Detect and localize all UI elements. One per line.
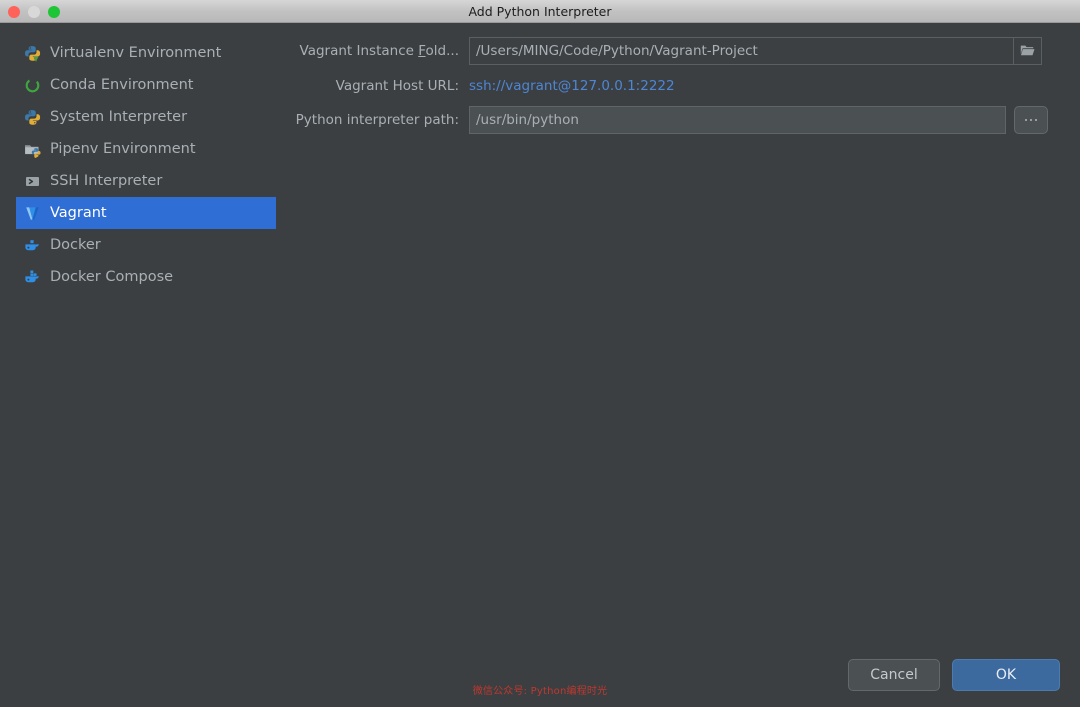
python-interpreter-path-row: Python interpreter path: /usr/bin/python	[277, 106, 1048, 134]
conda-icon	[24, 77, 41, 94]
interpreter-type-list: Virtualenv Environment Conda Environment…	[0, 23, 277, 707]
python-virtualenv-icon	[24, 45, 41, 62]
sidebar-item-docker[interactable]: Docker	[16, 229, 276, 261]
folder-open-icon	[1020, 42, 1035, 61]
vagrant-instance-folder-label: Vagrant Instance Fold...	[277, 43, 469, 59]
label-suffix: old...	[425, 43, 459, 59]
sidebar-item-conda-environment[interactable]: Conda Environment	[16, 69, 276, 101]
ellipsis-dot-icon	[1025, 119, 1027, 121]
vagrant-settings-panel: Vagrant Instance Fold... /Users/MING/Cod…	[277, 23, 1080, 707]
vagrant-instance-folder-input[interactable]: /Users/MING/Code/Python/Vagrant-Project	[469, 37, 1014, 65]
docker-compose-icon	[24, 269, 41, 286]
vagrant-host-url-label: Vagrant Host URL:	[335, 78, 459, 94]
ellipsis-dot-icon	[1035, 119, 1037, 121]
sidebar-item-virtualenv-environment[interactable]: Virtualenv Environment	[16, 37, 276, 69]
add-python-interpreter-dialog: Add Python Interpreter Virtualenv Enviro…	[0, 0, 1080, 707]
sidebar-item-label: Pipenv Environment	[50, 141, 196, 157]
label-prefix: Vagrant Instance	[299, 43, 419, 59]
watermark-text: 微信公众号: Python编程时光	[472, 686, 608, 697]
sidebar-item-label: SSH Interpreter	[50, 173, 163, 189]
sidebar-item-docker-compose[interactable]: Docker Compose	[16, 261, 276, 293]
window-title: Add Python Interpreter	[468, 4, 612, 19]
label-mnemonic: F	[418, 43, 426, 59]
sidebar-item-system-interpreter[interactable]: System Interpreter	[16, 101, 276, 133]
sidebar-item-label: Docker	[50, 237, 101, 253]
sidebar-item-label: Conda Environment	[50, 77, 194, 93]
window-titlebar: Add Python Interpreter	[0, 0, 1080, 23]
folder-open-icon-button[interactable]	[1014, 37, 1042, 65]
sidebar-item-label: Vagrant	[50, 205, 107, 221]
python-icon	[24, 109, 41, 126]
sidebar-item-label: Virtualenv Environment	[50, 45, 222, 61]
sidebar-item-ssh-interpreter[interactable]: SSH Interpreter	[16, 165, 276, 197]
ssh-terminal-icon	[24, 173, 41, 190]
vagrant-host-url-link[interactable]: ssh://vagrant@127.0.0.1:2222	[469, 78, 675, 94]
sidebar-item-label: System Interpreter	[50, 109, 188, 125]
sidebar-item-vagrant[interactable]: Vagrant	[16, 197, 276, 229]
vagrant-host-url-row: Vagrant Host URL: ssh://vagrant@127.0.0.…	[277, 72, 675, 100]
python-interpreter-browse-button[interactable]	[1014, 106, 1048, 134]
python-interpreter-path-input[interactable]: /usr/bin/python	[469, 106, 1006, 134]
python-interpreter-path-label: Python interpreter path:	[295, 112, 459, 128]
vagrant-icon	[24, 205, 41, 222]
pipenv-folder-icon	[24, 141, 41, 158]
vagrant-instance-folder-row: Vagrant Instance Fold... /Users/MING/Cod…	[277, 37, 1042, 65]
sidebar-item-pipenv-environment[interactable]: Pipenv Environment	[16, 133, 276, 165]
docker-whale-icon	[24, 237, 41, 254]
ellipsis-dot-icon	[1030, 119, 1032, 121]
sidebar-item-label: Docker Compose	[50, 269, 174, 285]
